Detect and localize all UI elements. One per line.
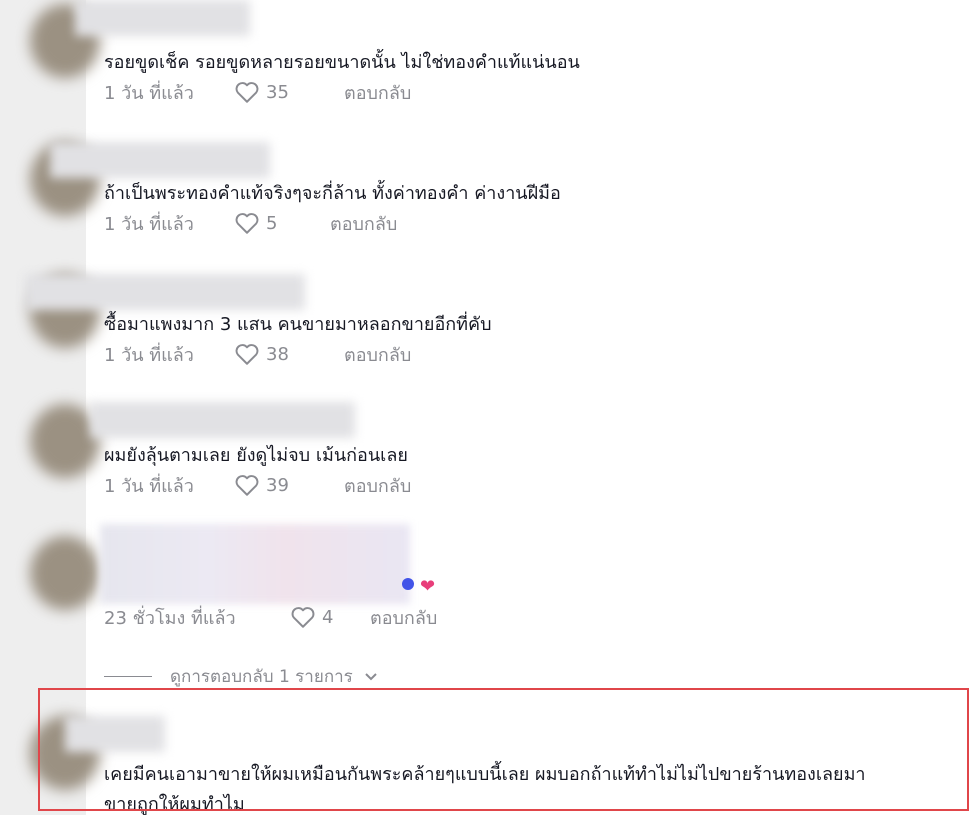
heart-outline-icon (235, 82, 259, 103)
username-blurred[interactable] (75, 0, 250, 36)
like-button[interactable]: 39 (234, 473, 328, 497)
username-blurred[interactable] (25, 274, 305, 310)
heart-outline-icon (235, 475, 259, 496)
comment-item: รอยขูดเช็ค รอยขูดหลายรอยขนาดนั้น ไม่ใช่ท… (104, 48, 963, 106)
comment-text: ซื้อมาแพงมาก 3 แสน คนขายมาหลอกขายอีกที่ค… (104, 314, 492, 335)
username-blurred[interactable] (50, 142, 270, 178)
view-replies-label: ดูการตอบกลับ 1 รายการ (170, 667, 353, 687)
like-button[interactable]: 35 (234, 80, 328, 104)
comment-item: ซื้อมาแพงมาก 3 แสน คนขายมาหลอกขายอีกที่ค… (104, 310, 963, 368)
comment-time: 1 วัน ที่แล้ว (104, 82, 194, 104)
comment-time: 1 วัน ที่แล้ว (104, 475, 194, 497)
comment-text: รอยขูดเช็ค รอยขูดหลายรอยขนาดนั้น ไม่ใช่ท… (104, 52, 580, 73)
avatar[interactable] (30, 536, 100, 610)
username-blurred[interactable] (65, 716, 165, 752)
like-count: 38 (266, 343, 289, 365)
heart-emoji-icon: ❤ (420, 576, 436, 597)
comment-meta: 1 วัน ที่แล้ว 38 ตอบกลับ (104, 340, 963, 368)
heart-outline-icon (235, 344, 259, 365)
like-button[interactable]: 5 (234, 211, 314, 235)
comment-item: เคยมีคนเอามาขายให้ผมเหมือนกันพระคล้ายๆแบ… (104, 760, 963, 820)
comment-meta: 1 วัน ที่แล้ว 39 ตอบกลับ (104, 471, 963, 499)
view-replies-button[interactable]: ดูการตอบกลับ 1 รายการ (104, 663, 379, 690)
reply-button[interactable]: ตอบกลับ (370, 603, 437, 632)
reply-button[interactable]: ตอบกลับ (344, 471, 411, 500)
comment-text-line: ขายถูกให้ผมทำไม (104, 794, 245, 815)
username-blurred[interactable] (90, 402, 355, 438)
comment-text-blurred (100, 524, 410, 604)
like-count: 35 (266, 81, 289, 103)
reply-button[interactable]: ตอบกลับ (344, 340, 411, 369)
heart-outline-icon (235, 213, 259, 234)
like-button[interactable]: 4 (290, 605, 370, 629)
heart-outline-icon (291, 607, 315, 628)
comment-text: ผมยังลุ้นตามเลย ยังดูไม่จบ เม้นก่อนเลย (104, 445, 408, 466)
reply-button[interactable]: ตอบกลับ (330, 209, 397, 238)
comment-item: ถ้าเป็นพระทองคำแท้จริงๆจะกี่ล้าน ทั้งค่า… (104, 179, 963, 237)
comment-item: ผมยังลุ้นตามเลย ยังดูไม่จบ เม้นก่อนเลย 1… (104, 441, 963, 499)
comment-text-line: เคยมีคนเอามาขายให้ผมเหมือนกันพระคล้ายๆแบ… (104, 764, 866, 785)
comment-item: 23 ชั่วโมง ที่แล้ว 4 ตอบกลับ (104, 603, 963, 631)
like-count: 4 (322, 606, 334, 628)
like-count: 5 (266, 212, 278, 234)
comment-time: 1 วัน ที่แล้ว (104, 213, 194, 235)
emoji-icon (402, 578, 414, 590)
comment-meta: 23 ชั่วโมง ที่แล้ว 4 ตอบกลับ (104, 603, 963, 631)
comment-meta: 1 วัน ที่แล้ว 5 ตอบกลับ (104, 209, 963, 237)
comment-text: ถ้าเป็นพระทองคำแท้จริงๆจะกี่ล้าน ทั้งค่า… (104, 183, 561, 204)
chevron-down-icon (365, 672, 377, 680)
like-button[interactable]: 38 (234, 342, 328, 366)
reply-button[interactable]: ตอบกลับ (344, 78, 411, 107)
divider (104, 676, 152, 677)
comment-time: 23 ชั่วโมง ที่แล้ว (104, 607, 236, 629)
like-count: 39 (266, 474, 289, 496)
comment-time: 1 วัน ที่แล้ว (104, 344, 194, 366)
comment-meta: 1 วัน ที่แล้ว 35 ตอบกลับ (104, 78, 963, 106)
